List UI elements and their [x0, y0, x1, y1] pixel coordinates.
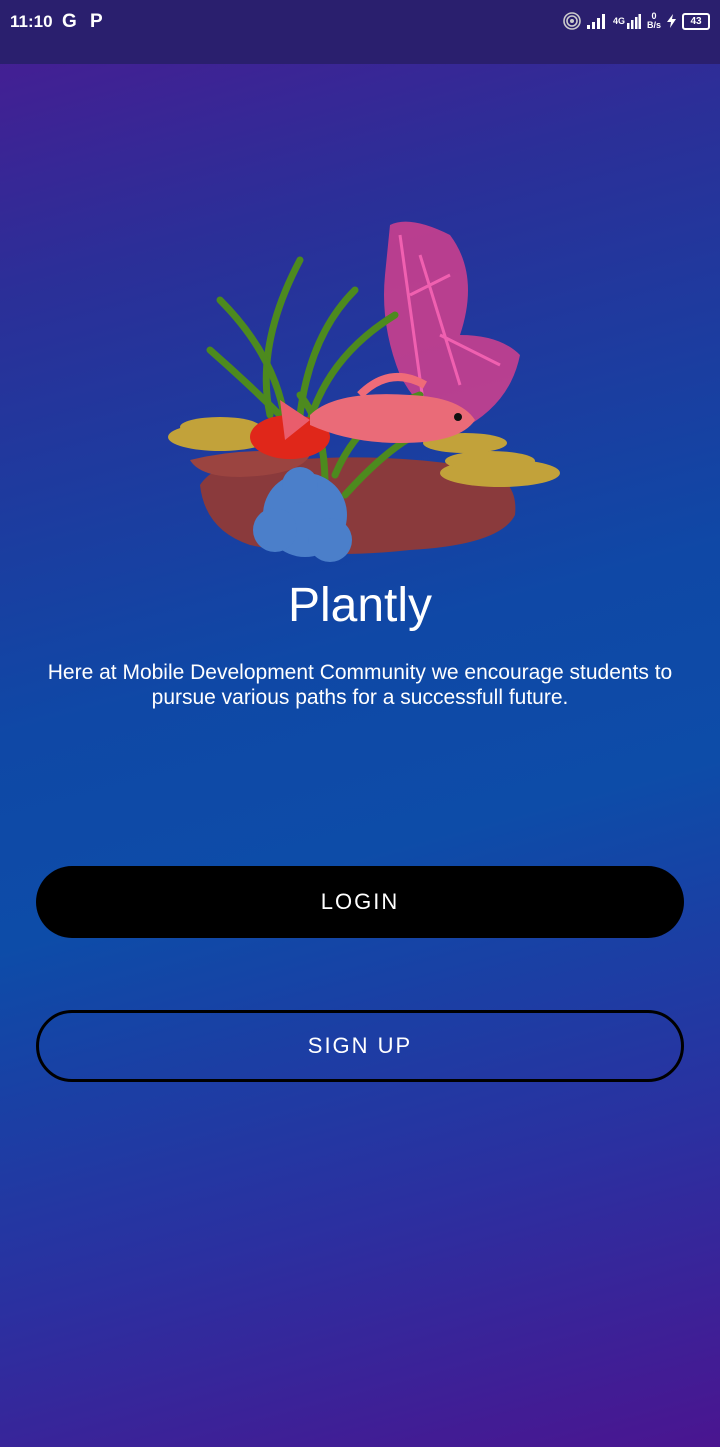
status-bar: 11:10 G P 4G 0 B/s 43 — [0, 0, 720, 64]
status-indicators: 4G 0 B/s 43 — [563, 12, 710, 30]
battery-icon: 43 — [682, 12, 710, 30]
status-time: 11:10 — [10, 12, 53, 31]
app-tagline: Here at Mobile Development Community we … — [47, 661, 673, 709]
signal-4g-icon — [626, 14, 641, 29]
signal-icon — [586, 14, 605, 29]
hero-illustration — [168, 221, 560, 562]
notification-app-icons: G P — [62, 11, 107, 32]
hotspot-icon — [563, 12, 581, 30]
network-type-label: 4G — [612, 16, 625, 26]
login-button[interactable]: LOGIN — [36, 866, 684, 938]
signup-button[interactable]: SIGN UP — [36, 1010, 684, 1082]
network-speed-unit: B/s — [646, 20, 661, 30]
app-title: Plantly — [287, 579, 433, 632]
network-speed: 0 B/s — [647, 12, 661, 30]
charging-icon — [667, 14, 676, 28]
